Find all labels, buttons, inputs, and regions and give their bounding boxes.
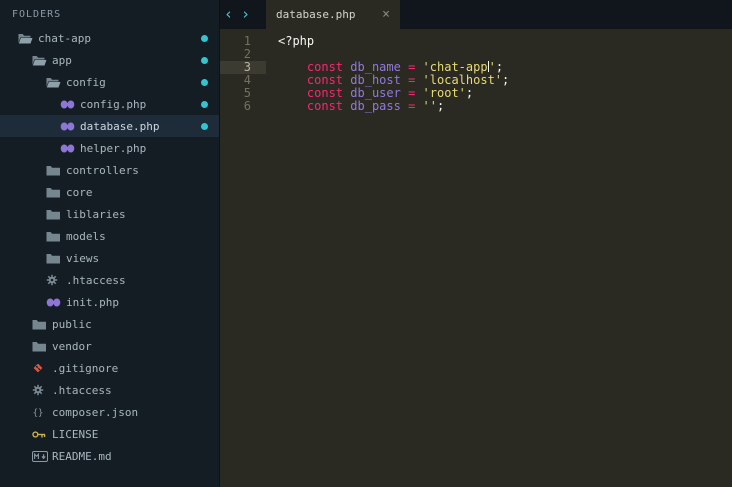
sidebar-item-config[interactable]: config: [0, 71, 219, 93]
folder-icon: [46, 165, 66, 176]
file-label: config: [66, 75, 106, 89]
php-icon: [46, 298, 66, 307]
close-icon[interactable]: ×: [382, 7, 390, 22]
code-line: <?php: [278, 34, 315, 48]
file-label: .gitignore: [52, 361, 119, 375]
git-icon: [32, 362, 52, 374]
editor-line: 1 <?php: [220, 35, 732, 48]
sidebar-item-init-php[interactable]: init.php: [0, 291, 219, 313]
modified-dot: [201, 79, 208, 86]
gear-icon: [46, 274, 66, 286]
php-icon: [60, 100, 80, 109]
sidebar-item--gitignore[interactable]: .gitignore: [0, 357, 219, 379]
gear-icon: [32, 384, 52, 396]
sidebar-item-public[interactable]: public: [0, 313, 219, 335]
file-label: app: [52, 53, 72, 67]
file-label: .htaccess: [52, 383, 112, 397]
file-label: public: [52, 317, 92, 331]
file-label: LICENSE: [52, 427, 99, 441]
line-number: 6: [243, 99, 251, 113]
tab-database-php[interactable]: database.php ×: [266, 0, 400, 29]
license-icon: [32, 430, 52, 439]
folder-icon: [32, 319, 52, 330]
sidebar: FOLDERS chat-app app config config.php datab…: [0, 0, 220, 487]
line-number: 1: [243, 34, 251, 48]
sidebar-item-controllers[interactable]: controllers: [0, 159, 219, 181]
sidebar-item-vendor[interactable]: vendor: [0, 335, 219, 357]
sidebar-item-app[interactable]: app: [0, 49, 219, 71]
line-number: 2: [243, 47, 251, 61]
sidebar-item-core[interactable]: core: [0, 181, 219, 203]
folder-icon: [46, 209, 66, 220]
folder-open-icon: [18, 33, 38, 44]
file-label: README.md: [52, 449, 112, 463]
tab-bar: ‹ › database.php ×: [220, 0, 732, 29]
file-label: core: [66, 185, 93, 199]
folder-icon: [46, 253, 66, 264]
sidebar-item-views[interactable]: views: [0, 247, 219, 269]
sidebar-item-models[interactable]: models: [0, 225, 219, 247]
file-label: composer.json: [52, 405, 139, 419]
php-icon: [60, 144, 80, 153]
folder-icon: [46, 231, 66, 242]
sidebar-item-helper-php[interactable]: helper.php: [0, 137, 219, 159]
folder-icon: [46, 187, 66, 198]
file-label: helper.php: [80, 141, 147, 155]
folder-tree: chat-app app config config.php database.php h…: [0, 27, 219, 487]
folders-header: FOLDERS: [12, 9, 62, 20]
editor-pane: ‹ › database.php × 1 <?php 2 3 const db_nam…: [220, 0, 732, 487]
file-label: .htaccess: [66, 273, 126, 287]
file-label: models: [66, 229, 106, 243]
line-number: 3: [220, 61, 266, 74]
app-window: { "window": { "title": "database.php" },…: [0, 0, 732, 487]
modified-dot: [201, 35, 208, 42]
json-icon: {}: [32, 407, 52, 418]
sidebar-item-readme-md[interactable]: README.md: [0, 445, 219, 467]
editor-line: 6 const db_pass = '';: [220, 100, 732, 113]
sidebar-item-composer-json[interactable]: {} composer.json: [0, 401, 219, 423]
code-line: const db_pass = '';: [306, 99, 445, 113]
sidebar-item-config-php[interactable]: config.php: [0, 93, 219, 115]
file-label: liblaries: [66, 207, 126, 221]
svg-text:{}: {}: [33, 408, 44, 418]
line-number: 5: [243, 86, 251, 100]
file-label: chat-app: [38, 31, 91, 45]
sidebar-item-liblaries[interactable]: liblaries: [0, 203, 219, 225]
file-label: controllers: [66, 163, 139, 177]
modified-dot: [201, 101, 208, 108]
sidebar-item-database-php[interactable]: database.php: [0, 115, 219, 137]
markdown-icon: [32, 450, 52, 462]
modified-dot: [201, 57, 208, 64]
line-number: 4: [243, 73, 251, 87]
prev-tab-button[interactable]: ‹: [220, 0, 237, 29]
sidebar-item-chat-app[interactable]: chat-app: [0, 27, 219, 49]
sidebar-item--htaccess[interactable]: .htaccess: [0, 379, 219, 401]
folder-open-icon: [46, 77, 66, 88]
modified-dot: [201, 123, 208, 130]
next-tab-button[interactable]: ›: [237, 0, 254, 29]
file-label: vendor: [52, 339, 92, 353]
file-label: config.php: [80, 97, 147, 111]
file-label: database.php: [80, 119, 160, 133]
file-label: init.php: [66, 295, 119, 309]
file-label: views: [66, 251, 100, 265]
folder-open-icon: [32, 55, 52, 66]
sidebar-item-license[interactable]: LICENSE: [0, 423, 219, 445]
tab-label: database.php: [276, 8, 356, 21]
editor[interactable]: 1 <?php 2 3 const db_name = 'chat-app'; 4 co…: [220, 29, 732, 487]
php-icon: [60, 122, 80, 131]
sidebar-item--htaccess[interactable]: .htaccess: [0, 269, 219, 291]
folder-icon: [32, 341, 52, 352]
